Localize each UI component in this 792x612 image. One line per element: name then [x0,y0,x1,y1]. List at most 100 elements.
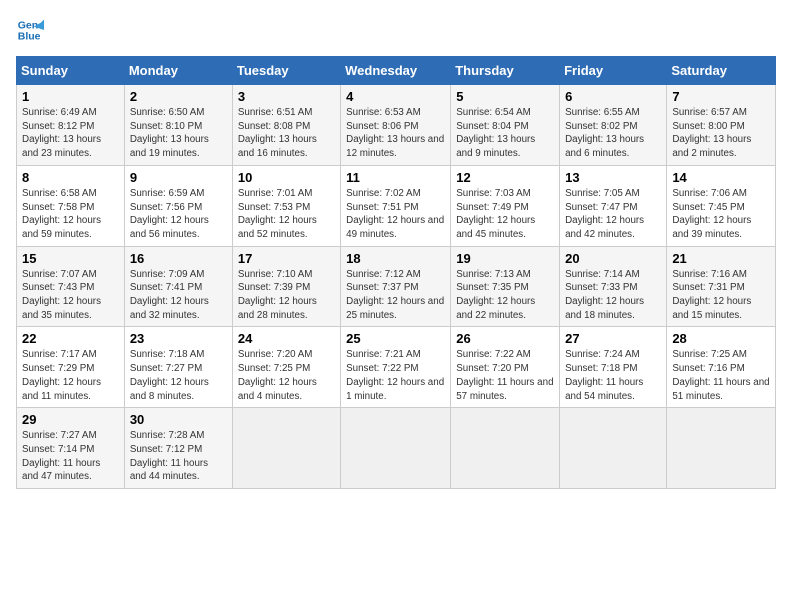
day-info: Sunrise: 7:14 AMSunset: 7:33 PMDaylight:… [565,269,644,321]
week-row-2: 8Sunrise: 6:58 AMSunset: 7:58 PMDaylight… [17,165,776,246]
day-info: Sunrise: 6:57 AMSunset: 8:00 PMDaylight:… [672,107,751,159]
calendar-cell [232,408,340,489]
day-info: Sunrise: 7:20 AMSunset: 7:25 PMDaylight:… [238,349,317,401]
day-info: Sunrise: 7:06 AMSunset: 7:45 PMDaylight:… [672,188,751,240]
calendar-cell: 28 Sunrise: 7:25 AMSunset: 7:16 PMDayligh… [667,327,776,408]
day-number: 18 [346,251,445,266]
day-number: 19 [456,251,554,266]
calendar-cell: 20 Sunrise: 7:14 AMSunset: 7:33 PMDayligh… [560,246,667,327]
day-number: 15 [22,251,119,266]
day-info: Sunrise: 7:01 AMSunset: 7:53 PMDaylight:… [238,188,317,240]
calendar-cell: 17 Sunrise: 7:10 AMSunset: 7:39 PMDayligh… [232,246,340,327]
calendar-cell: 18 Sunrise: 7:12 AMSunset: 7:37 PMDayligh… [341,246,451,327]
day-info: Sunrise: 7:13 AMSunset: 7:35 PMDaylight:… [456,269,535,321]
day-number: 5 [456,89,554,104]
calendar-cell: 29 Sunrise: 7:27 AMSunset: 7:14 PMDayligh… [17,408,125,489]
calendar-header-row: SundayMondayTuesdayWednesdayThursdayFrid… [17,57,776,85]
day-info: Sunrise: 7:21 AMSunset: 7:22 PMDaylight:… [346,349,444,401]
week-row-4: 22 Sunrise: 7:17 AMSunset: 7:29 PMDayligh… [17,327,776,408]
col-header-wednesday: Wednesday [341,57,451,85]
day-number: 28 [672,331,770,346]
day-number: 6 [565,89,661,104]
day-info: Sunrise: 6:59 AMSunset: 7:56 PMDaylight:… [130,188,209,240]
calendar-table: SundayMondayTuesdayWednesdayThursdayFrid… [16,56,776,489]
day-number: 7 [672,89,770,104]
day-number: 21 [672,251,770,266]
day-number: 25 [346,331,445,346]
calendar-cell: 10 Sunrise: 7:01 AMSunset: 7:53 PMDayligh… [232,165,340,246]
day-number: 2 [130,89,227,104]
week-row-5: 29 Sunrise: 7:27 AMSunset: 7:14 PMDayligh… [17,408,776,489]
day-number: 27 [565,331,661,346]
day-info: Sunrise: 6:50 AMSunset: 8:10 PMDaylight:… [130,107,209,159]
day-number: 14 [672,170,770,185]
calendar-cell: 22 Sunrise: 7:17 AMSunset: 7:29 PMDayligh… [17,327,125,408]
day-info: Sunrise: 7:17 AMSunset: 7:29 PMDaylight:… [22,349,101,401]
day-number: 8 [22,170,119,185]
day-number: 13 [565,170,661,185]
week-row-1: 1 Sunrise: 6:49 AMSunset: 8:12 PMDaylight… [17,85,776,166]
day-info: Sunrise: 7:03 AMSunset: 7:49 PMDaylight:… [456,188,535,240]
calendar-cell: 27 Sunrise: 7:24 AMSunset: 7:18 PMDayligh… [560,327,667,408]
col-header-thursday: Thursday [451,57,560,85]
calendar-cell: 1 Sunrise: 6:49 AMSunset: 8:12 PMDaylight… [17,85,125,166]
calendar-cell: 13Sunrise: 7:05 AMSunset: 7:47 PMDayligh… [560,165,667,246]
day-number: 12 [456,170,554,185]
day-info: Sunrise: 7:27 AMSunset: 7:14 PMDaylight:… [22,430,100,482]
day-number: 29 [22,412,119,427]
calendar-cell: 4 Sunrise: 6:53 AMSunset: 8:06 PMDaylight… [341,85,451,166]
day-number: 26 [456,331,554,346]
logo: General Blue [16,16,48,44]
logo-icon: General Blue [16,16,44,44]
calendar-cell: 23 Sunrise: 7:18 AMSunset: 7:27 PMDayligh… [124,327,232,408]
calendar-cell [560,408,667,489]
calendar-cell [451,408,560,489]
day-number: 3 [238,89,335,104]
day-info: Sunrise: 6:49 AMSunset: 8:12 PMDaylight:… [22,107,101,159]
calendar-cell: 30 Sunrise: 7:28 AMSunset: 7:12 PMDayligh… [124,408,232,489]
day-info: Sunrise: 7:22 AMSunset: 7:20 PMDaylight:… [456,349,553,401]
day-number: 9 [130,170,227,185]
calendar-cell: 16 Sunrise: 7:09 AMSunset: 7:41 PMDayligh… [124,246,232,327]
day-number: 20 [565,251,661,266]
calendar-cell: 11 Sunrise: 7:02 AMSunset: 7:51 PMDayligh… [341,165,451,246]
calendar-cell: 8Sunrise: 6:58 AMSunset: 7:58 PMDaylight… [17,165,125,246]
day-number: 10 [238,170,335,185]
day-info: Sunrise: 7:16 AMSunset: 7:31 PMDaylight:… [672,269,751,321]
col-header-tuesday: Tuesday [232,57,340,85]
calendar-cell [341,408,451,489]
day-info: Sunrise: 7:07 AMSunset: 7:43 PMDaylight:… [22,269,101,321]
calendar-cell: 2 Sunrise: 6:50 AMSunset: 8:10 PMDaylight… [124,85,232,166]
day-info: Sunrise: 6:55 AMSunset: 8:02 PMDaylight:… [565,107,644,159]
day-info: Sunrise: 7:02 AMSunset: 7:51 PMDaylight:… [346,188,444,240]
day-number: 1 [22,89,119,104]
day-info: Sunrise: 7:10 AMSunset: 7:39 PMDaylight:… [238,269,317,321]
day-info: Sunrise: 7:12 AMSunset: 7:37 PMDaylight:… [346,269,444,321]
page-header: General Blue [16,16,776,44]
day-info: Sunrise: 6:54 AMSunset: 8:04 PMDaylight:… [456,107,535,159]
day-number: 22 [22,331,119,346]
day-number: 11 [346,170,445,185]
calendar-cell: 26 Sunrise: 7:22 AMSunset: 7:20 PMDayligh… [451,327,560,408]
calendar-cell: 7 Sunrise: 6:57 AMSunset: 8:00 PMDaylight… [667,85,776,166]
day-info: Sunrise: 7:09 AMSunset: 7:41 PMDaylight:… [130,269,209,321]
day-info: Sunrise: 6:51 AMSunset: 8:08 PMDaylight:… [238,107,317,159]
day-info: Sunrise: 7:25 AMSunset: 7:16 PMDaylight:… [672,349,769,401]
calendar-cell: 25 Sunrise: 7:21 AMSunset: 7:22 PMDayligh… [341,327,451,408]
calendar-cell: 6 Sunrise: 6:55 AMSunset: 8:02 PMDaylight… [560,85,667,166]
day-info: Sunrise: 7:28 AMSunset: 7:12 PMDaylight:… [130,430,208,482]
day-number: 17 [238,251,335,266]
col-header-sunday: Sunday [17,57,125,85]
day-info: Sunrise: 7:18 AMSunset: 7:27 PMDaylight:… [130,349,209,401]
day-info: Sunrise: 6:53 AMSunset: 8:06 PMDaylight:… [346,107,444,159]
col-header-monday: Monday [124,57,232,85]
day-number: 23 [130,331,227,346]
day-number: 4 [346,89,445,104]
day-info: Sunrise: 7:24 AMSunset: 7:18 PMDaylight:… [565,349,643,401]
calendar-cell: 19 Sunrise: 7:13 AMSunset: 7:35 PMDayligh… [451,246,560,327]
calendar-cell: 24Sunrise: 7:20 AMSunset: 7:25 PMDayligh… [232,327,340,408]
col-header-saturday: Saturday [667,57,776,85]
day-number: 16 [130,251,227,266]
day-number: 30 [130,412,227,427]
calendar-cell: 21 Sunrise: 7:16 AMSunset: 7:31 PMDayligh… [667,246,776,327]
